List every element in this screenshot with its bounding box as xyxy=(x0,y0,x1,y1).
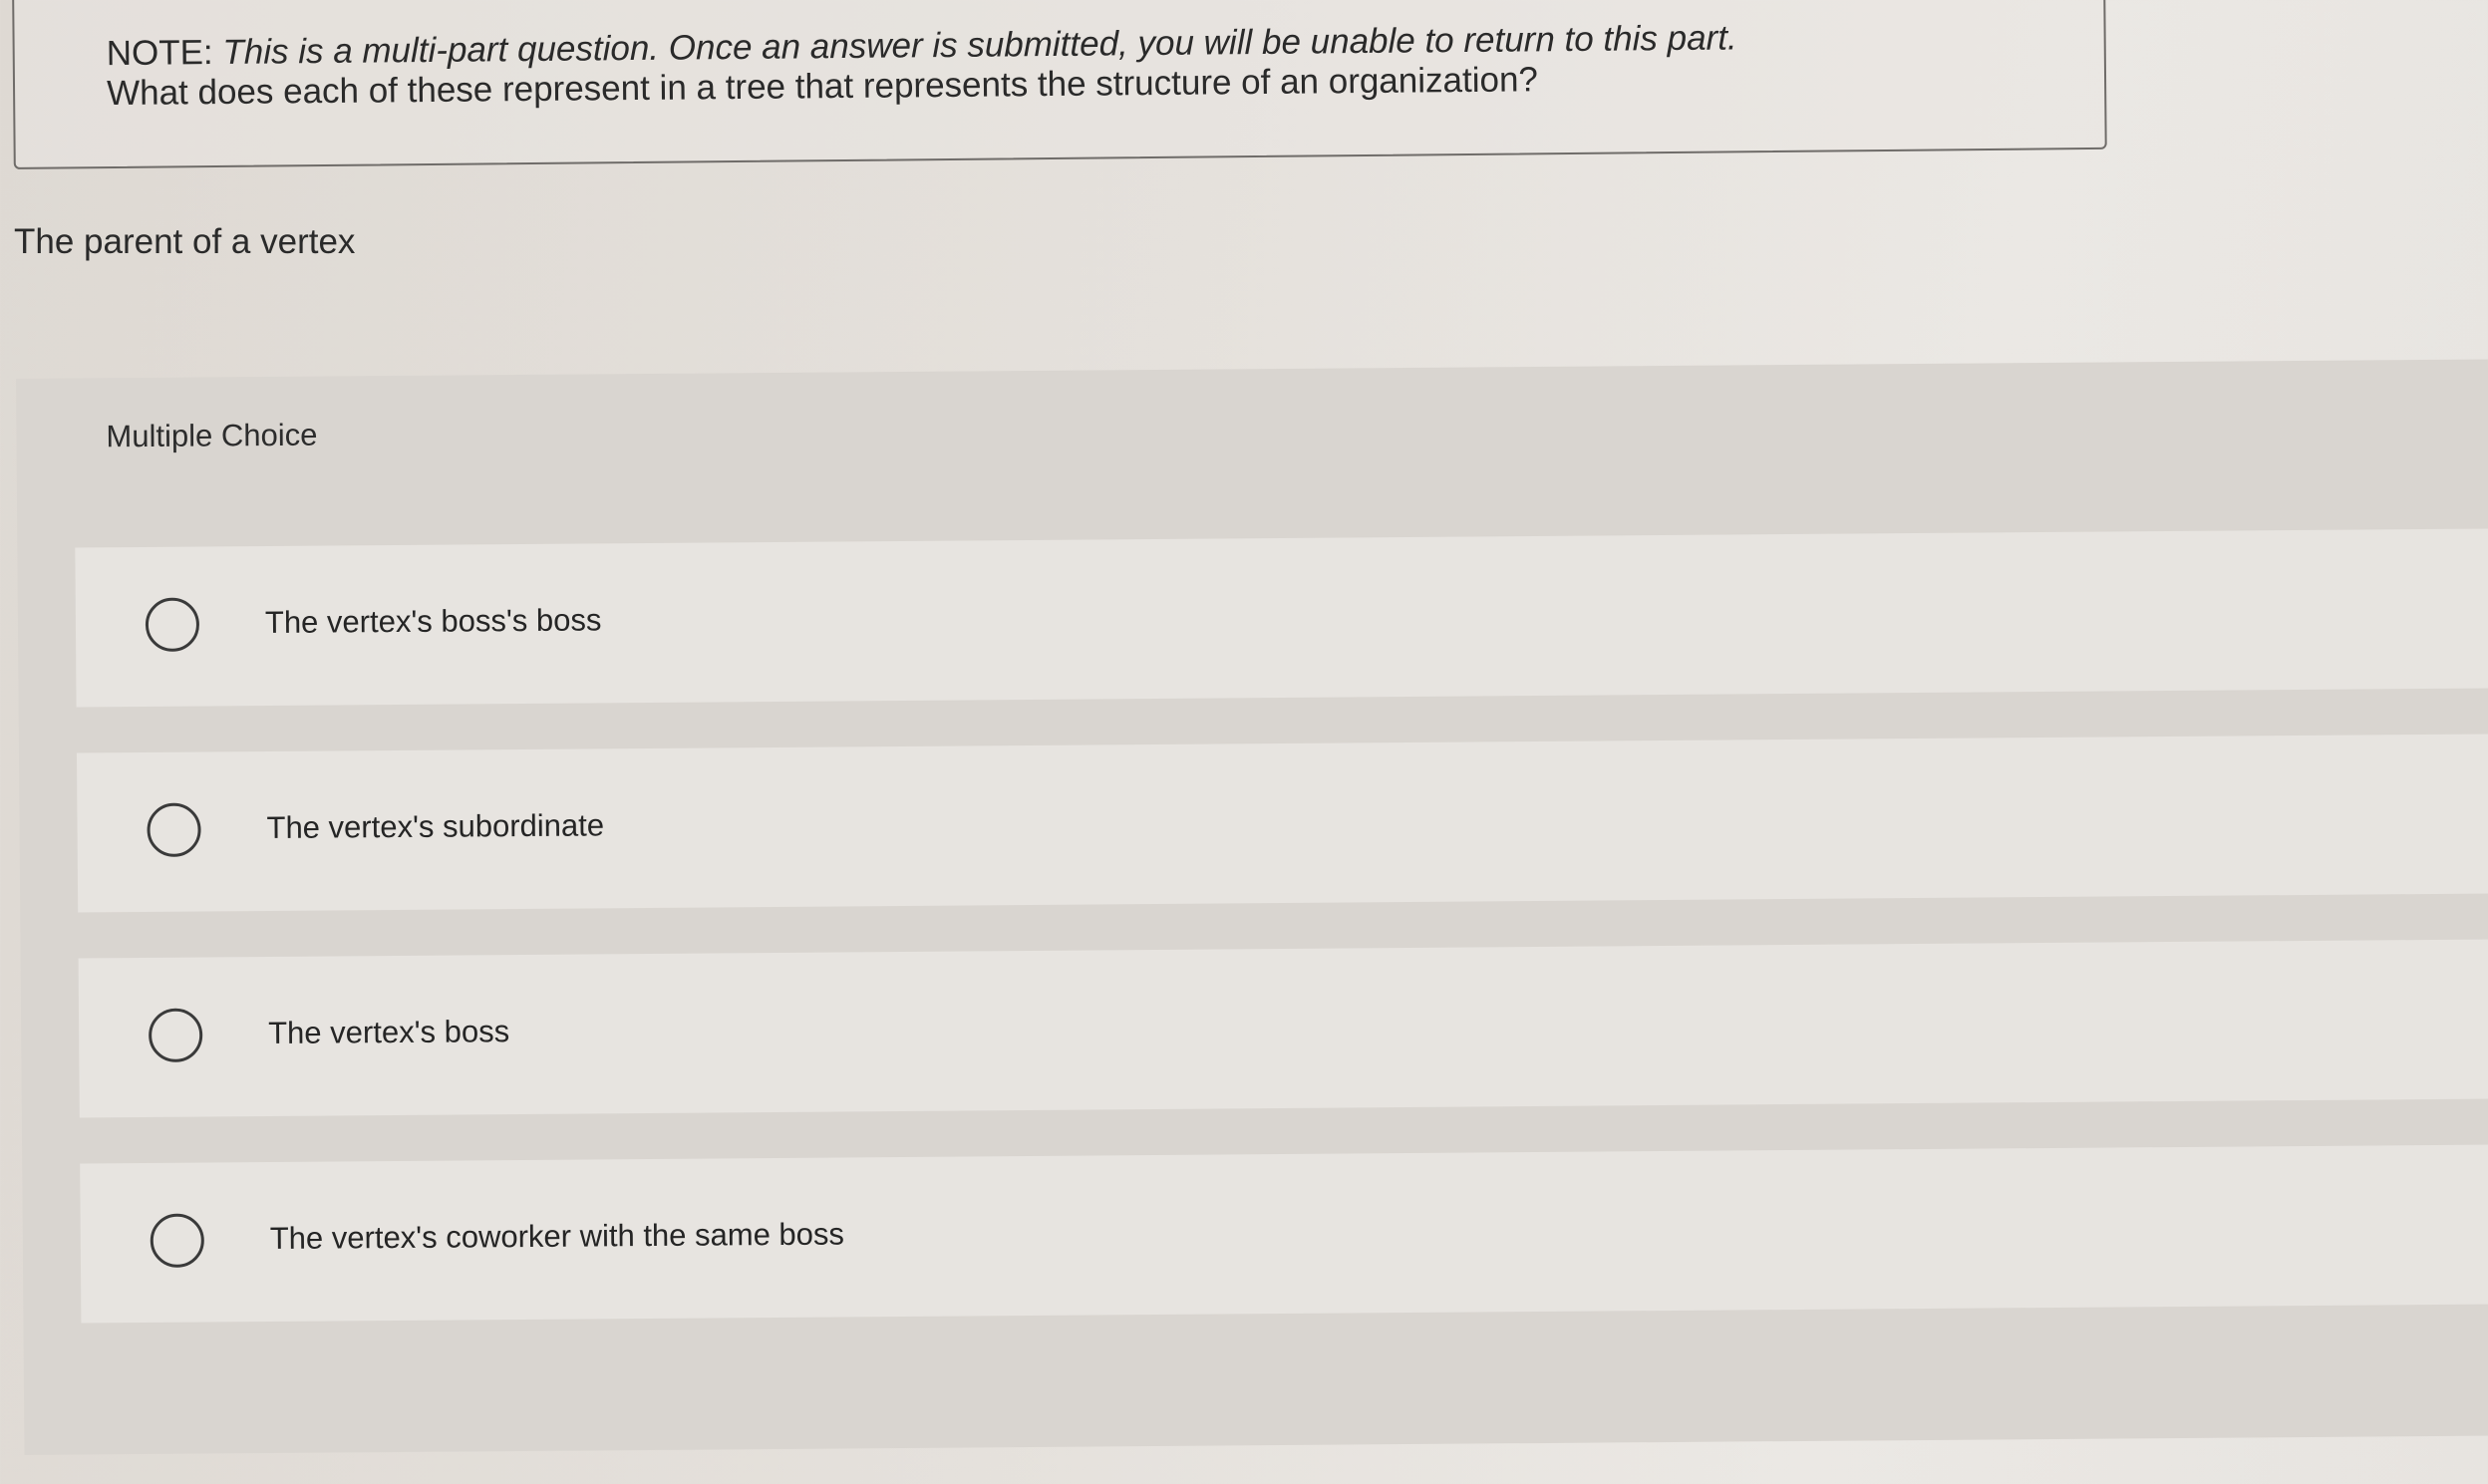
answer-option-label[interactable]: The vertex's boss's boss xyxy=(265,601,602,642)
answer-option-bosss-boss[interactable]: The vertex's boss's boss xyxy=(75,528,2488,708)
answer-options: The vertex's boss's boss The vertex's su… xyxy=(75,528,2488,1369)
question-prompt: The parent of a vertex xyxy=(14,222,356,261)
multiple-choice-panel: Multiple Choice The vertex's boss's boss… xyxy=(16,359,2488,1455)
radio-button[interactable] xyxy=(147,802,201,857)
answer-option-boss[interactable]: The vertex's boss xyxy=(78,939,2488,1118)
note-prefix: NOTE: xyxy=(106,32,223,74)
answer-option-label[interactable]: The vertex's boss xyxy=(268,1013,509,1052)
answer-option-label[interactable]: The vertex's coworker with the same boss xyxy=(270,1216,844,1259)
multiple-choice-label: Multiple Choice xyxy=(106,417,318,454)
answer-option-coworker[interactable]: The vertex's coworker with the same boss xyxy=(80,1144,2488,1324)
question-note-box: NOTE: This is a multi-part question. Onc… xyxy=(12,0,2107,169)
radio-button[interactable] xyxy=(148,1008,203,1062)
radio-button[interactable] xyxy=(150,1213,205,1268)
answer-option-label[interactable]: The vertex's subordinate xyxy=(266,806,604,847)
radio-button[interactable] xyxy=(145,597,200,652)
answer-option-subordinate[interactable]: The vertex's subordinate xyxy=(76,734,2488,913)
